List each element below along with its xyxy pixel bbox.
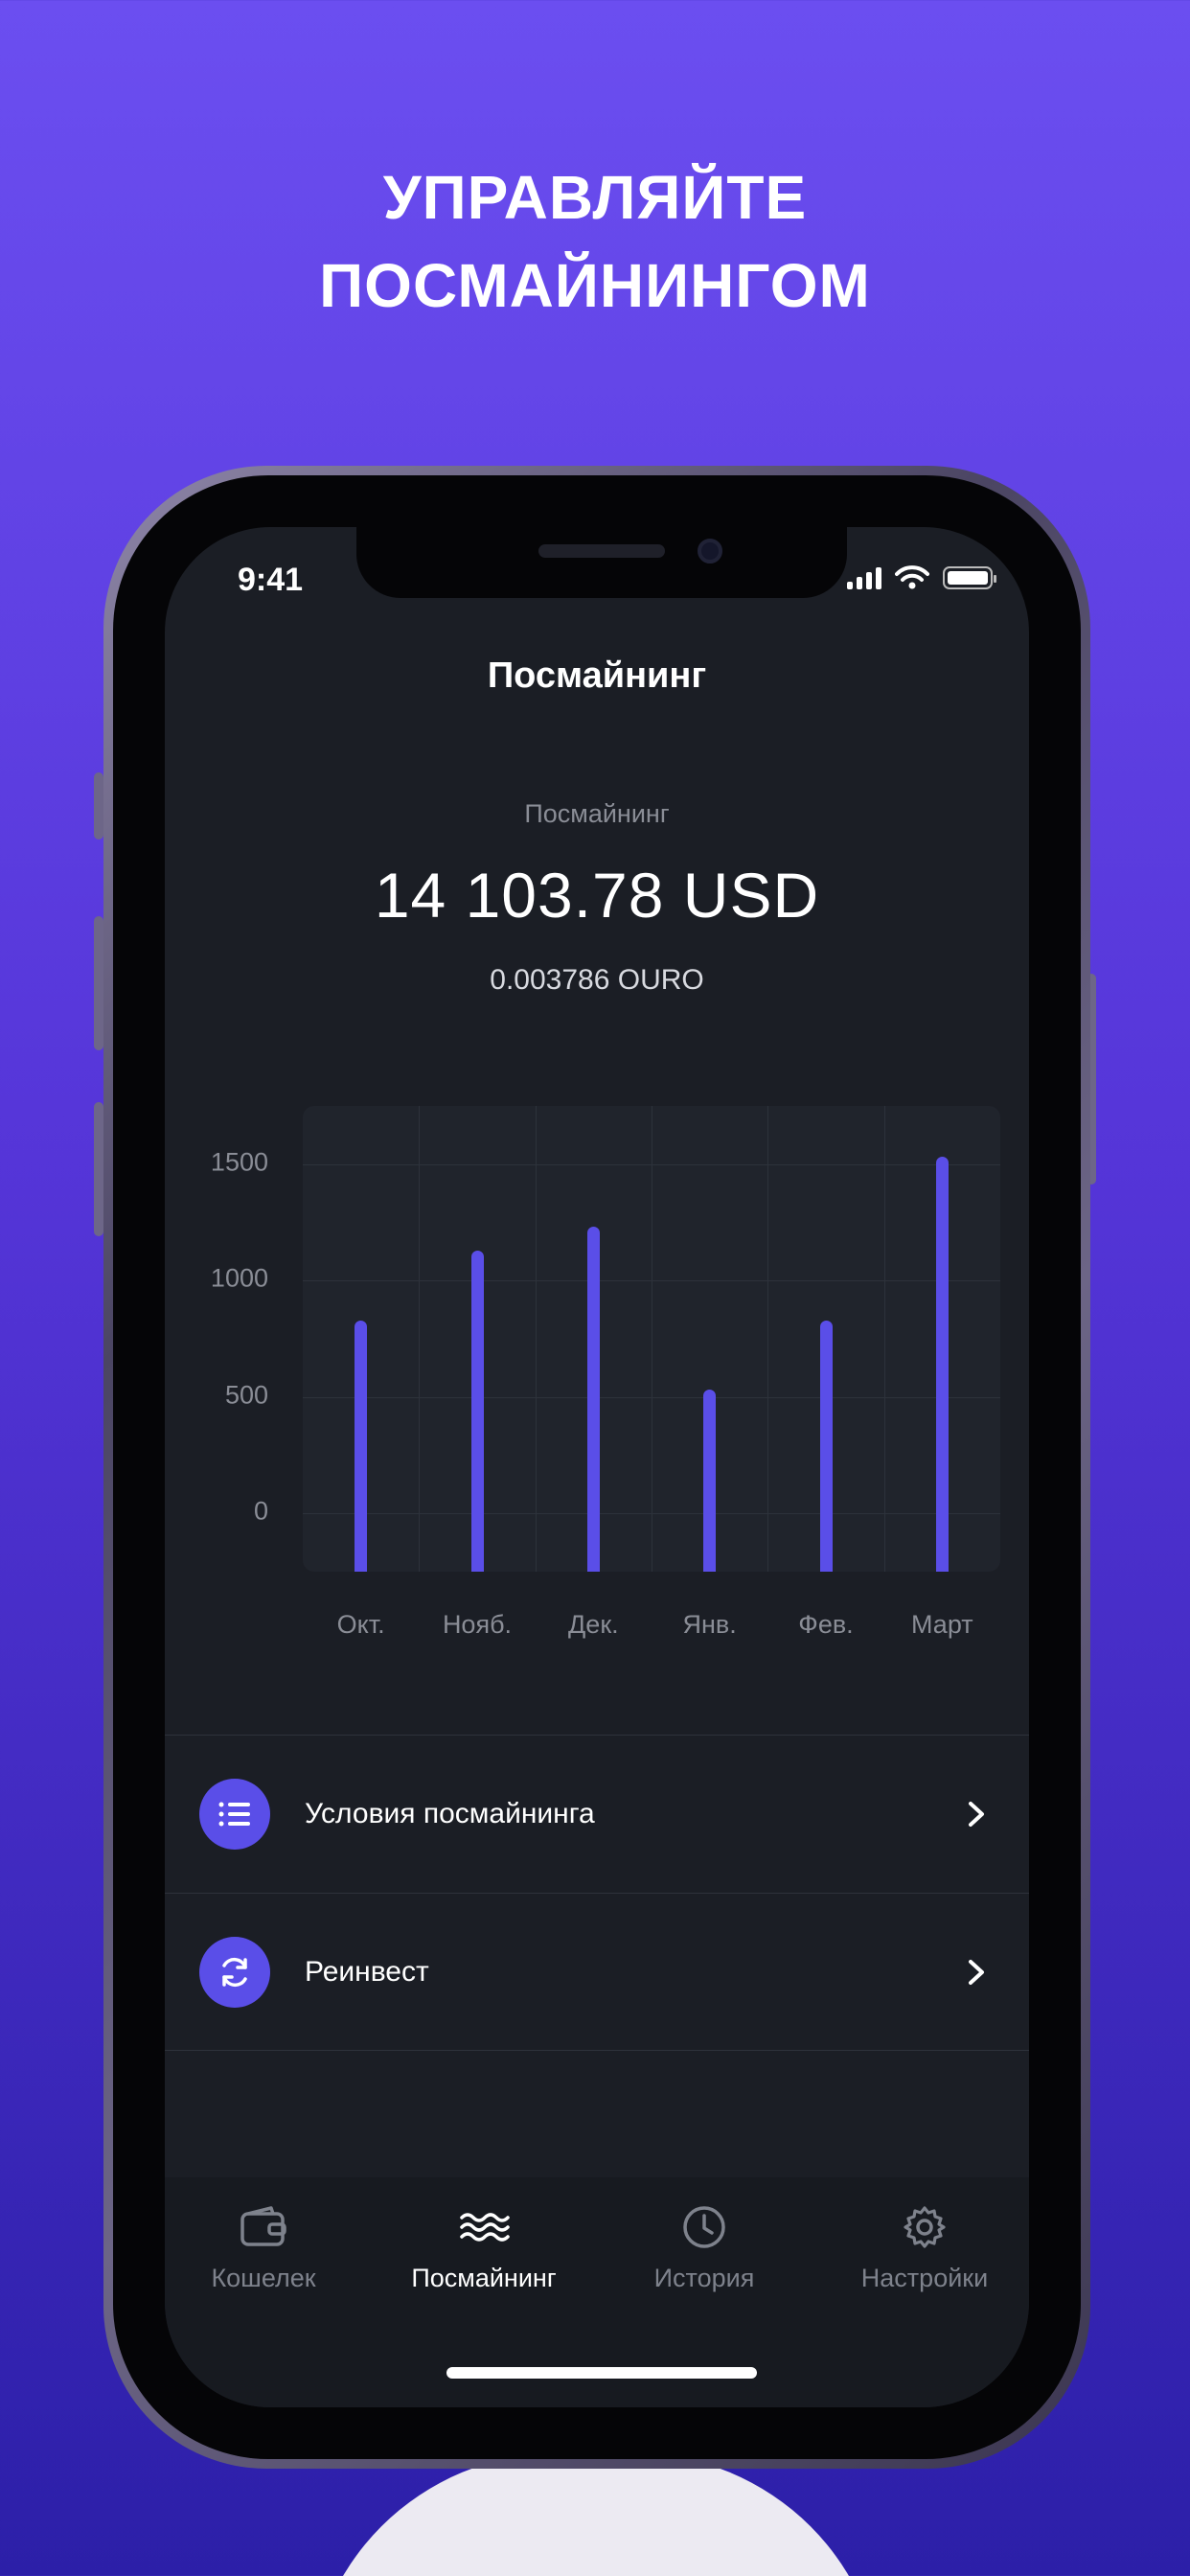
tab-history[interactable]: История — [594, 2204, 814, 2293]
chevron-right-icon — [969, 1802, 984, 1827]
x-tick-label: Окт. — [336, 1610, 385, 1639]
refresh-icon — [199, 1936, 270, 2008]
wifi-icon — [895, 565, 929, 589]
bar-5 — [935, 1157, 949, 1572]
gear-icon — [904, 2206, 946, 2248]
bar-3 — [703, 1390, 717, 1572]
bar-2 — [586, 1227, 600, 1572]
status-time: 9:41 — [238, 562, 304, 598]
menu-item-label: Условия посмайнинга — [305, 1798, 595, 1829]
balance-ouro: 0.003786 OURO — [490, 964, 704, 996]
balance-label: Посмайнинг — [524, 799, 670, 828]
tab-mining[interactable]: Посмайнинг — [374, 2204, 594, 2293]
tab-label: Настройки — [860, 2264, 989, 2292]
bar-4 — [819, 1320, 833, 1572]
camera — [698, 539, 722, 564]
phone-pedestal — [309, 2453, 883, 2576]
promo-headline: УПРАВЛЯЙТЕ ПОСМАЙНИНГОМ — [0, 153, 1190, 330]
volume-down-button — [94, 1102, 103, 1236]
chevron-right-icon — [969, 1959, 984, 1985]
mute-switch — [94, 772, 103, 840]
tab-label: Кошелек — [211, 2264, 316, 2292]
x-tick-label: Дек. — [568, 1610, 619, 1639]
signal-icon — [847, 566, 881, 589]
promo-line-1: УПРАВЛЯЙТЕ — [382, 163, 808, 232]
grid-line-v — [535, 1106, 537, 1572]
waves-icon — [460, 2213, 510, 2242]
menu-list: Условия посмайнинга Реинвест — [165, 1735, 1029, 2051]
tab-wallet[interactable]: Кошелек — [165, 2204, 374, 2293]
y-tick-label: 1000 — [210, 1263, 268, 1293]
x-tick-label: Март — [911, 1610, 973, 1639]
tab-settings[interactable]: Настройки — [814, 2204, 1029, 2293]
bar-0 — [355, 1320, 368, 1572]
tab-label: История — [653, 2264, 755, 2292]
status-icons — [847, 565, 996, 590]
notch — [356, 527, 847, 598]
app-screen: 9:41 Посмайнинг Посмайнинг 14 103.78 USD… — [165, 527, 1029, 2407]
x-tick-label: Фев. — [798, 1610, 854, 1639]
balance-usd: 14 103.78 USD — [374, 860, 820, 931]
x-tick-label: Янв. — [682, 1610, 737, 1639]
y-tick-label: 500 — [224, 1380, 268, 1410]
tab-bar: Кошелек Посмайнинг История Настройки — [165, 2177, 1029, 2407]
page-title: Посмайнинг — [487, 656, 707, 696]
home-indicator — [446, 2367, 757, 2379]
phone-frame: 9:41 Посмайнинг Посмайнинг 14 103.78 USD… — [103, 466, 1090, 2469]
clock-icon — [683, 2206, 725, 2248]
promo-line-2: ПОСМАЙНИНГОМ — [319, 251, 871, 320]
grid-line-v — [419, 1106, 421, 1572]
y-tick-label: 0 — [253, 1496, 268, 1526]
wallet-icon — [240, 2206, 286, 2246]
grid-line-v — [767, 1106, 769, 1572]
menu-item-mining-terms[interactable]: Условия посмайнинга — [165, 1735, 1029, 1893]
bar-1 — [470, 1250, 484, 1572]
x-tick-label: Нояб. — [442, 1610, 513, 1639]
earnings-bar-chart: 0 500 1000 1500 Окт. Нояб. Дек. Янв. Фев. Март — [165, 1102, 1029, 1677]
tab-label: Посмайнинг — [411, 2264, 557, 2292]
list-icon — [199, 1779, 270, 1850]
battery-icon — [943, 566, 996, 589]
y-tick-label: 1500 — [210, 1147, 268, 1177]
menu-item-label: Реинвест — [305, 1955, 429, 1988]
volume-up-button — [94, 916, 103, 1050]
grid-line-v — [883, 1106, 885, 1572]
menu-item-reinvest[interactable]: Реинвест — [165, 1893, 1029, 2051]
speaker — [538, 544, 665, 558]
